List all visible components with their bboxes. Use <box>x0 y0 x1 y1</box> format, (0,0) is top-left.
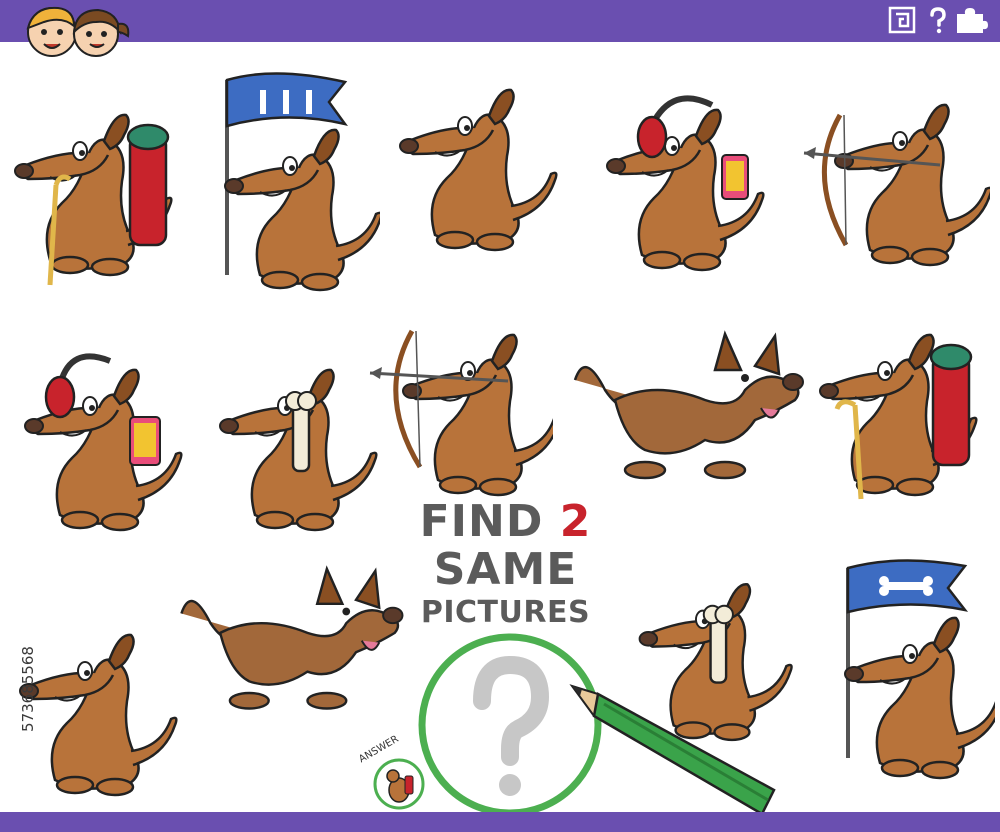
question-icon[interactable] <box>924 6 952 34</box>
kids-logo-icon <box>26 6 130 57</box>
dog-headphones-1[interactable] <box>592 75 777 285</box>
dog-hiker-2[interactable] <box>815 315 995 510</box>
watermark-text: 573685568 <box>19 646 37 732</box>
bottom-bar <box>0 812 1000 832</box>
title-number: 2 <box>559 496 592 547</box>
dog-playful-2[interactable] <box>168 565 413 725</box>
dog-archer-2[interactable] <box>368 295 553 505</box>
title-same: SAME <box>433 544 578 595</box>
puzzle-title: FIND 2 SAME PICTURES <box>418 500 593 628</box>
dog-playful-1[interactable] <box>565 330 810 495</box>
dog-headphones-2[interactable] <box>10 335 195 540</box>
dog-bone-1[interactable] <box>205 335 385 540</box>
dog-sitting-1[interactable] <box>395 70 580 270</box>
green-pencil-icon <box>569 684 776 816</box>
puzzle-icon[interactable] <box>954 6 988 34</box>
watermark: 573685568 <box>8 590 38 790</box>
top-bar <box>0 0 1000 42</box>
title-pictures: PICTURES <box>420 595 591 630</box>
maze-icon[interactable] <box>888 6 916 34</box>
dog-flag-1[interactable] <box>205 60 380 300</box>
dog-archer-1[interactable] <box>800 75 990 275</box>
dog-hiker-1[interactable] <box>10 95 195 290</box>
dog-flag-2[interactable] <box>820 548 995 788</box>
title-find: FIND <box>419 496 544 547</box>
